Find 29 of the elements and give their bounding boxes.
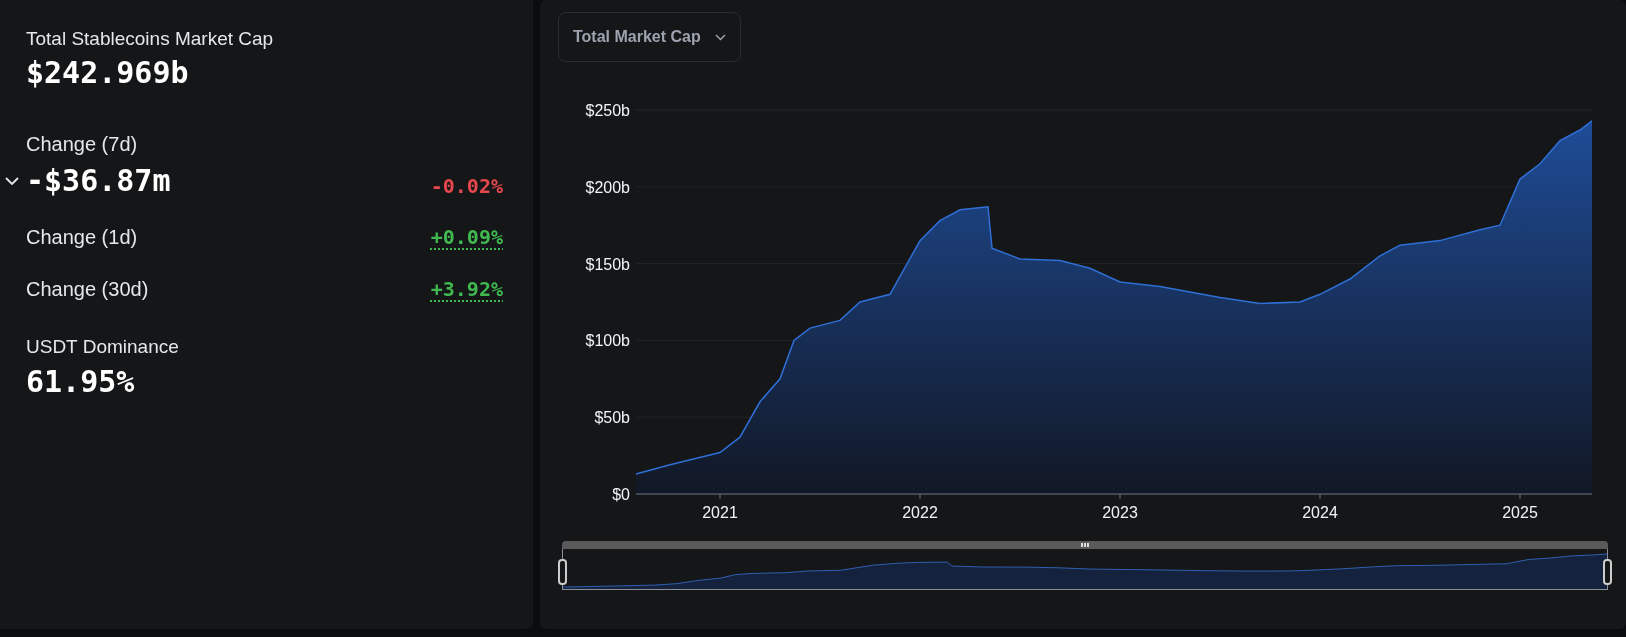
y-axis-label: $100b	[585, 332, 630, 350]
y-axis-label: $150b	[585, 255, 630, 273]
x-axis-label: 2025	[1502, 504, 1538, 521]
y-axis-label: $50b	[594, 409, 630, 427]
metric-dropdown[interactable]: Total Market Cap	[558, 12, 741, 62]
percent-change[interactable]: +3.92%	[430, 274, 503, 304]
percent-change[interactable]: +0.09%	[430, 222, 503, 252]
stat-label: Change (1d)	[26, 225, 138, 250]
stat-label: Change (30d)	[26, 277, 149, 302]
chevron-icon[interactable]	[4, 176, 20, 186]
x-axis-label: 2021	[702, 504, 738, 521]
y-axis-label: $0	[612, 486, 630, 503]
x-axis-label: 2024	[1302, 504, 1338, 521]
stat-label: Total Stablecoins Market Cap	[26, 27, 275, 51]
stat-label: USDT Dominance	[26, 335, 180, 359]
chevron-icon	[714, 33, 726, 41]
stat-label: Change (7d)	[26, 132, 139, 157]
scroll-handle[interactable]	[562, 541, 1608, 549]
stat-value: 61.95%	[26, 363, 136, 401]
x-axis-label: 2022	[902, 504, 938, 521]
stat-value: -$36.87m	[26, 162, 171, 200]
percent-change: -0.02%	[430, 173, 503, 200]
y-axis-label: $250b	[585, 102, 630, 119]
x-axis-label: 2023	[1102, 504, 1138, 521]
y-axis-label: $200b	[585, 178, 630, 196]
grip-icon	[1081, 543, 1089, 547]
stat-value: $242.969b	[26, 54, 190, 92]
range-handle[interactable]	[558, 559, 567, 585]
range-handle[interactable]	[1603, 559, 1612, 585]
